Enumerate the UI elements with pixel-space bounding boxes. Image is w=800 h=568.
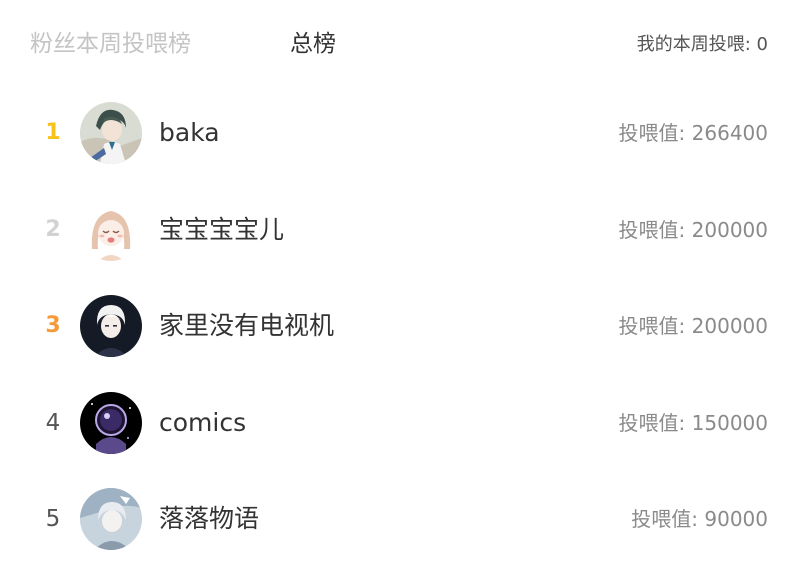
tab-total-ranking[interactable]: 总榜: [290, 26, 336, 62]
rank-number: 1: [45, 120, 61, 145]
fan-score: 投喂值: 90000: [631, 507, 768, 531]
fan-score: 投喂值: 266400: [618, 121, 768, 145]
tab-weekly-fans[interactable]: 粉丝本周投喂榜: [30, 26, 191, 62]
ranking-row[interactable]: 1 baka 投喂值: 266400: [0, 85, 800, 182]
ranking-row[interactable]: 3 家里没有电视机 投喂值: 200000: [0, 278, 800, 375]
fan-name[interactable]: baka: [159, 115, 220, 151]
ranking-row[interactable]: 4 comics 投喂值: 150000: [0, 375, 800, 472]
fan-score: 投喂值: 150000: [618, 410, 768, 435]
rank-number: 2: [45, 216, 61, 242]
fan-name[interactable]: 落落物语: [159, 501, 259, 537]
fan-name[interactable]: 宝宝宝宝儿: [159, 212, 284, 248]
anime-girl-avatar-icon[interactable]: [80, 198, 142, 261]
anime-sketch-avatar-icon[interactable]: [80, 488, 142, 550]
fan-name[interactable]: 家里没有电视机: [159, 308, 334, 344]
my-weekly-votes: 我的本周投喂: 0: [636, 34, 768, 55]
astronaut-avatar-icon[interactable]: [80, 391, 142, 454]
rank-number: 3: [45, 313, 61, 338]
ranking-row[interactable]: 2 宝宝宝宝儿 投喂值: 200000: [0, 182, 800, 279]
rank-number: 5: [45, 506, 61, 532]
fan-score: 投喂值: 200000: [618, 314, 768, 338]
fan-name[interactable]: comics: [159, 405, 246, 441]
anime-boy-avatar-icon[interactable]: [80, 102, 142, 164]
ranking-row[interactable]: 5 落落物语 投喂值: 90000: [0, 471, 800, 568]
top-bar: 粉丝本周投喂榜 总榜 我的本周投喂: 0: [0, 0, 800, 90]
ranking-list: 1 baka 投喂值: 266400 2 宝宝宝宝儿 投喂值: 200000 3…: [0, 85, 800, 568]
fan-score: 投喂值: 200000: [618, 217, 768, 242]
white-hair-avatar-icon[interactable]: [80, 295, 142, 357]
rank-number: 4: [45, 409, 61, 436]
